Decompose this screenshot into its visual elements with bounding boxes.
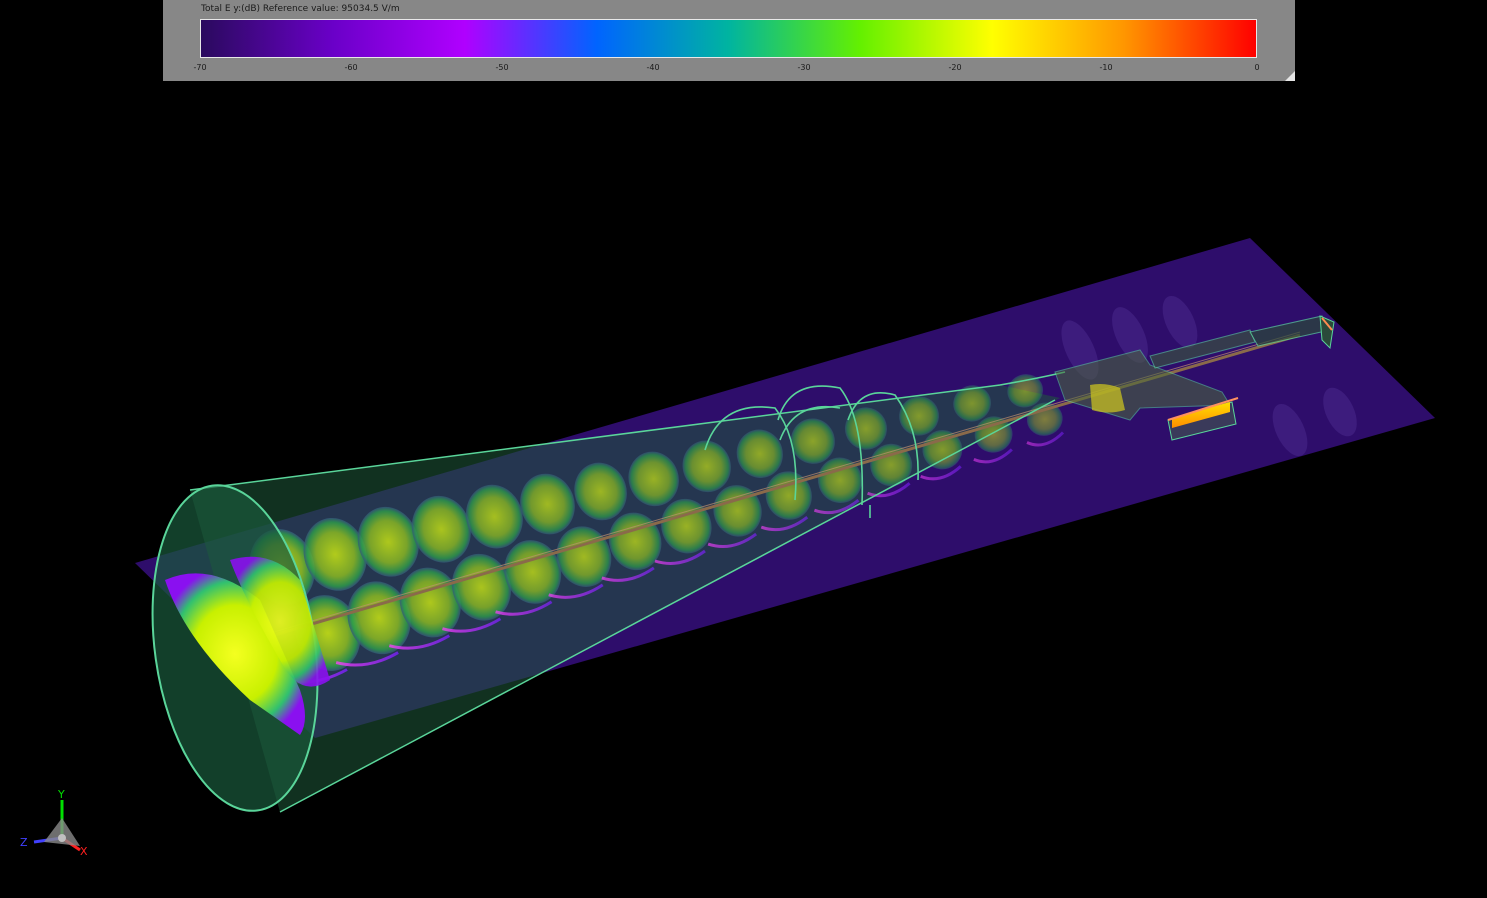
x-axis-label: X	[80, 845, 88, 858]
field-plot-3d-view[interactable]: Y Z X	[0, 0, 1487, 898]
z-axis-label: Z	[20, 836, 28, 849]
axis-triad: Y Z X	[20, 788, 88, 858]
axis-origin	[58, 834, 66, 842]
y-axis-label: Y	[57, 788, 65, 801]
